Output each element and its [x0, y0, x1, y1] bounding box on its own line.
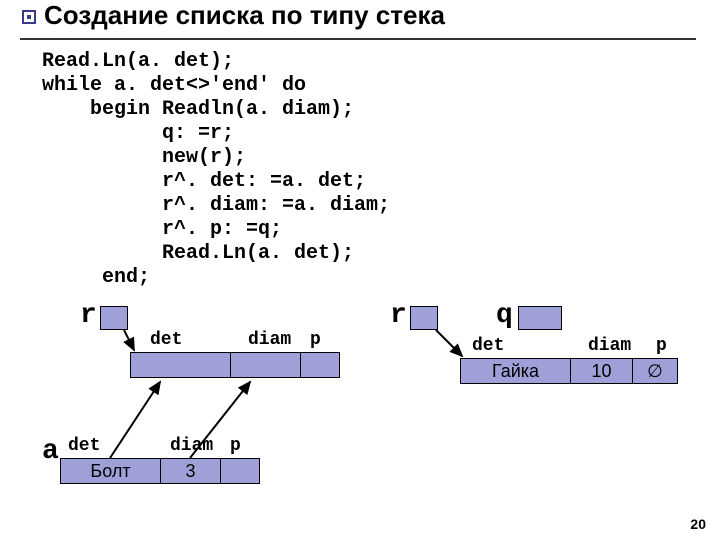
ptr-r-right-box — [410, 306, 438, 330]
title-rule — [20, 38, 696, 40]
right-record: Гайка 10 ∅ — [460, 358, 678, 384]
a-label-diam: diam — [170, 436, 213, 456]
ptr-q-label: q — [496, 300, 513, 331]
a-val-diam: 3 — [185, 461, 195, 482]
right-val-diam: 10 — [591, 361, 611, 382]
ptr-r-right-label: r — [390, 300, 407, 331]
right-label-det: det — [472, 336, 504, 356]
ptr-a-label: a — [42, 436, 59, 467]
right-label-diam: diam — [588, 336, 631, 356]
title-bullet — [22, 10, 36, 24]
code-block: Read.Ln(a. det); while a. det<>'end' do … — [42, 50, 390, 290]
a-val-det: Болт — [90, 461, 130, 482]
right-val-p: ∅ — [647, 361, 663, 382]
a-label-det: det — [68, 436, 100, 456]
right-val-det: Гайка — [492, 361, 539, 382]
ptr-r-left-box — [100, 306, 128, 330]
ptr-r-left-label: r — [80, 300, 97, 331]
left-record — [130, 352, 340, 378]
right-label-p: p — [656, 336, 667, 356]
a-record: Болт 3 — [60, 458, 260, 484]
page-title: Создание списка по типу стека — [44, 0, 445, 31]
page-number: 20 — [690, 516, 706, 532]
left-label-diam: diam — [248, 330, 291, 350]
ptr-q-box — [518, 306, 562, 330]
a-label-p: p — [230, 436, 241, 456]
left-label-p: p — [310, 330, 321, 350]
left-label-det: det — [150, 330, 182, 350]
